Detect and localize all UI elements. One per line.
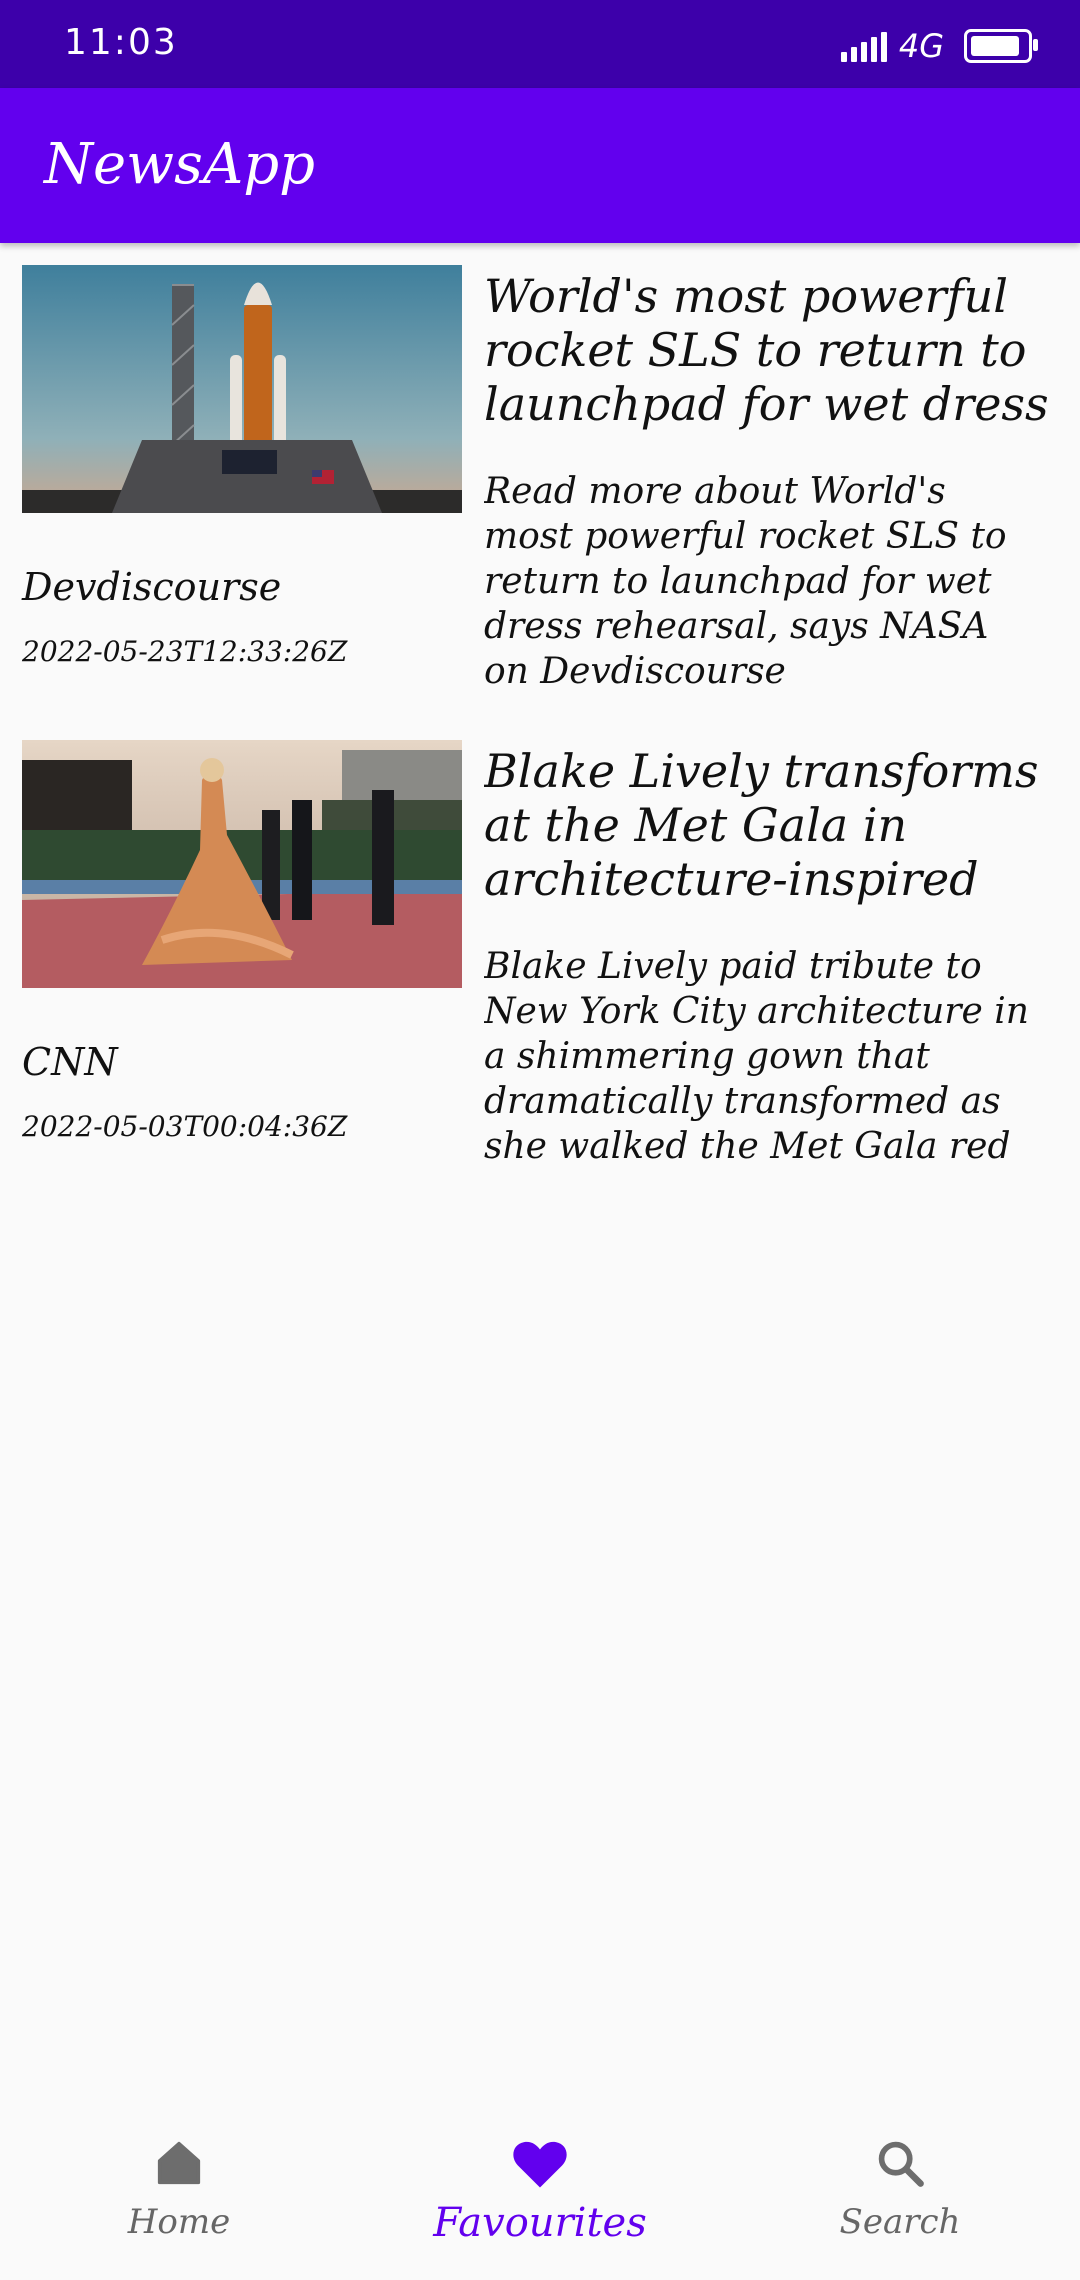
article-date: 2022-05-23T12:33:26Z	[22, 635, 348, 668]
article-headline: Blake Lively transforms at the Met Gala …	[484, 744, 1039, 906]
article-description: Read more about World's most powerful ro…	[484, 471, 1007, 692]
nav-item-home[interactable]: Home	[49, 2130, 309, 2270]
nav-label: Home	[127, 2202, 231, 2242]
app-title: NewsApp	[44, 132, 315, 197]
article-description: Blake Lively paid tribute to New York Ci…	[484, 946, 1029, 1167]
search-icon	[874, 2130, 926, 2196]
article-card[interactable]: Blake Lively transforms at the Met Gala …	[0, 740, 1080, 1180]
nav-item-favourites[interactable]: Favourites	[410, 2130, 670, 2270]
home-icon	[153, 2130, 205, 2196]
nav-label: Favourites	[433, 2200, 647, 2246]
network-type: 4G	[898, 27, 944, 65]
status-indicators: 4G	[840, 24, 1038, 68]
status-bar: 11:03 4G	[0, 0, 1080, 88]
article-source: CNN	[22, 1040, 118, 1084]
signal-icon	[840, 30, 887, 62]
nav-label: Search	[839, 2202, 961, 2242]
bottom-navigation: Home Favourites Search	[0, 2120, 1080, 2280]
article-card[interactable]: World's most powerful rocket SLS to retu…	[0, 265, 1080, 705]
battery-icon	[964, 29, 1038, 63]
nav-item-search[interactable]: Search	[770, 2130, 1030, 2270]
heart-icon	[510, 2130, 570, 2196]
article-headline: World's most powerful rocket SLS to retu…	[484, 269, 1049, 431]
article-image	[22, 265, 462, 513]
article-source: Devdiscourse	[22, 565, 282, 609]
app-bar: NewsApp	[0, 88, 1080, 243]
status-time: 11:03	[64, 22, 178, 63]
article-image	[22, 740, 462, 988]
article-date: 2022-05-03T00:04:36Z	[22, 1110, 348, 1143]
